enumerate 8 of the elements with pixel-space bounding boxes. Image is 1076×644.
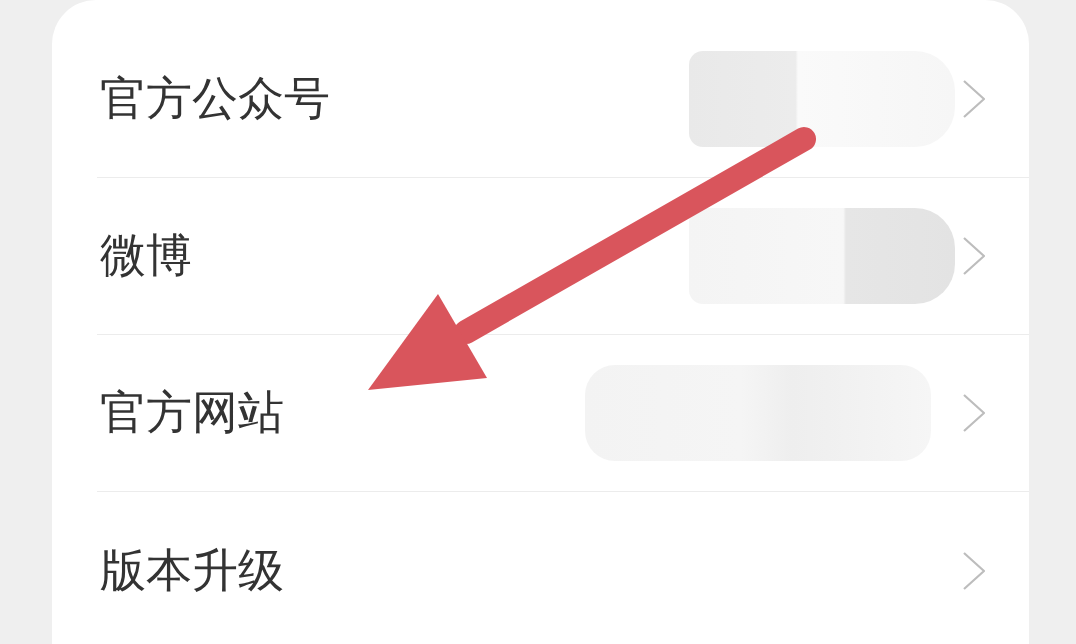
chevron-right-icon (963, 80, 985, 118)
chevron-right-icon (963, 237, 985, 275)
settings-row[interactable]: 微博 (97, 178, 1029, 335)
chevron-right-icon (963, 551, 985, 590)
settings-row[interactable]: 版本升级 (97, 492, 1029, 644)
settings-row[interactable]: 官方公众号 (97, 21, 1029, 178)
settings-row[interactable]: 官方网站 (97, 335, 1029, 492)
chevron-right-icon (963, 394, 985, 432)
